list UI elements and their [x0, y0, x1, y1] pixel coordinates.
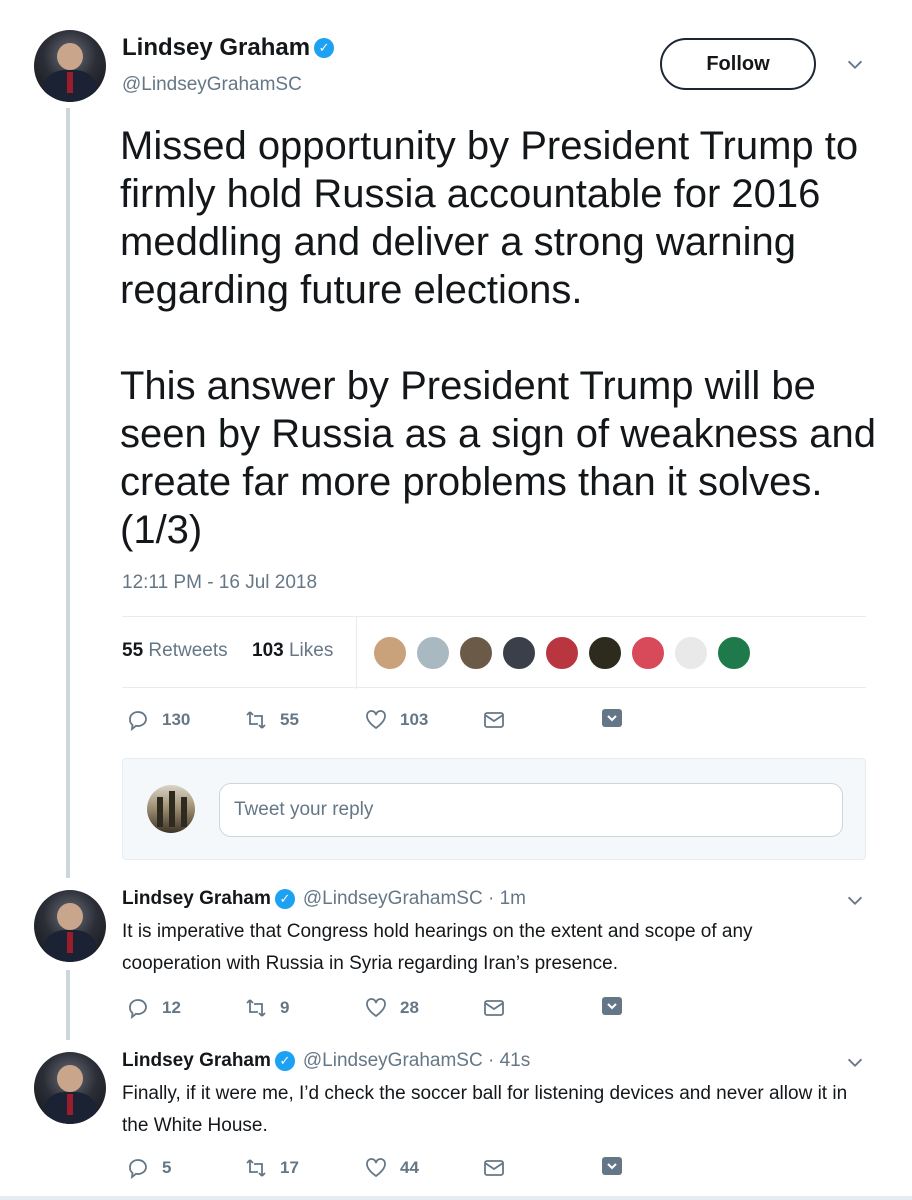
bookmark-icon [602, 1157, 622, 1175]
like-count: 44 [400, 1158, 419, 1177]
tweet-text: Missed opportunity by President Trump to… [120, 124, 876, 552]
user-avatar[interactable] [147, 785, 195, 833]
heart-icon [366, 1158, 386, 1178]
retweet-count: 55 [280, 710, 299, 729]
follow-button[interactable]: Follow [660, 38, 816, 90]
chevron-down-icon[interactable] [844, 890, 866, 912]
reply-composer [122, 758, 866, 860]
divider [0, 1196, 912, 1200]
heart-icon [366, 998, 386, 1018]
liker-avatar[interactable] [372, 635, 408, 671]
avatar[interactable] [34, 1052, 106, 1124]
liker-avatar[interactable] [458, 635, 494, 671]
reply-icon [129, 999, 147, 1020]
bookmark-button[interactable] [600, 706, 624, 730]
retweet-stat[interactable]: 55 Retweets [122, 640, 228, 662]
chevron-down-icon[interactable] [844, 1052, 866, 1074]
liker-avatar[interactable] [630, 635, 666, 671]
author-handle[interactable]: @LindseyGrahamSC [122, 74, 302, 96]
reply-count: 5 [162, 1158, 172, 1177]
verified-badge-icon: ✓ [274, 1051, 295, 1071]
envelope-icon [484, 1160, 504, 1176]
reply-button[interactable]: 5 [126, 1156, 171, 1180]
thread-line [66, 108, 70, 878]
retweet-button[interactable]: 9 [244, 996, 289, 1020]
bookmark-button[interactable] [600, 1154, 624, 1178]
divider [356, 617, 357, 689]
author-name[interactable]: Lindsey Graham [122, 34, 310, 62]
like-label: Likes [288, 640, 334, 661]
retweet-count: 55 [122, 640, 144, 661]
avatar[interactable] [34, 30, 106, 102]
author-name[interactable]: Lindsey Graham [122, 888, 271, 910]
chevron-down-icon[interactable] [844, 54, 866, 76]
engagement-stats: 55 Retweets 103 Likes [122, 616, 866, 689]
bookmark-icon [602, 997, 622, 1015]
retweet-button[interactable]: 55 [244, 708, 299, 732]
tweet-text: Finally, if it were me, I’d check the so… [122, 1083, 848, 1136]
like-stat[interactable]: 103 Likes [252, 640, 333, 662]
like-count: 103 [400, 710, 429, 729]
reply-button[interactable]: 130 [126, 708, 190, 732]
like-count: 103 [252, 640, 284, 661]
reply-input[interactable] [219, 783, 843, 837]
author-name-row[interactable]: Lindsey Graham ✓ [122, 34, 335, 62]
like-button[interactable]: 103 [364, 708, 428, 732]
liker-avatar[interactable] [716, 635, 752, 671]
retweet-count: 17 [280, 1158, 299, 1177]
bookmark-icon [602, 709, 622, 727]
heart-icon [366, 710, 386, 730]
retweet-icon [246, 711, 266, 729]
reply-icon [129, 711, 147, 732]
liker-avatar[interactable] [673, 635, 709, 671]
author-handle[interactable]: @LindseyGrahamSC · 1m [303, 888, 526, 910]
tweet-header: Lindsey Graham ✓ @LindseyGrahamSC · 41s [122, 1050, 530, 1072]
liker-avatar[interactable] [544, 635, 580, 671]
retweet-icon [246, 999, 266, 1017]
retweet-label: Retweets [148, 640, 228, 661]
thread-line [66, 970, 70, 1040]
verified-badge-icon: ✓ [314, 38, 335, 58]
tweet-text: It is imperative that Congress hold hear… [122, 921, 753, 974]
direct-message-button[interactable] [482, 1156, 506, 1180]
bookmark-button[interactable] [600, 994, 624, 1018]
envelope-icon [484, 1000, 504, 1016]
avatar[interactable] [34, 890, 106, 962]
retweet-button[interactable]: 17 [244, 1156, 299, 1180]
liker-avatar[interactable] [501, 635, 537, 671]
direct-message-button[interactable] [482, 708, 506, 732]
verified-badge-icon: ✓ [274, 889, 295, 909]
liker-avatar[interactable] [587, 635, 623, 671]
reply-button[interactable]: 12 [126, 996, 181, 1020]
tweet-timestamp[interactable]: 12:11 PM - 16 Jul 2018 [122, 572, 317, 594]
like-button[interactable]: 44 [364, 1156, 419, 1180]
direct-message-button[interactable] [482, 996, 506, 1020]
tweet-header: Lindsey Graham ✓ @LindseyGrahamSC · 1m [122, 888, 526, 910]
retweet-icon [246, 1159, 266, 1177]
author-handle[interactable]: @LindseyGrahamSC · 41s [303, 1050, 530, 1072]
like-count: 28 [400, 998, 419, 1017]
envelope-icon [484, 712, 504, 728]
reply-icon [129, 1159, 147, 1180]
like-button[interactable]: 28 [364, 996, 419, 1020]
author-name[interactable]: Lindsey Graham [122, 1050, 271, 1072]
reply-count: 12 [162, 998, 181, 1017]
reply-count: 130 [162, 710, 191, 729]
retweet-count: 9 [280, 998, 290, 1017]
liker-avatar[interactable] [415, 635, 451, 671]
